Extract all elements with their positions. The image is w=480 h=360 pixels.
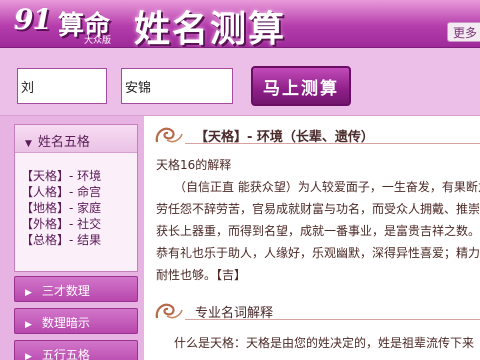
interpretation-line: 获长上器重，而得到名望，成就一番事业，是富贵吉祥之数。 (156, 224, 480, 238)
swirl-ornament-icon (155, 127, 183, 143)
site-logo[interactable]: 91 算命 大众版 (14, 1, 130, 46)
sidebar-item-sancai[interactable]: ▶ 三才数理 (14, 276, 138, 302)
interpretation-line: 耐性也够。【吉】 (156, 268, 247, 282)
wuge-item-tiange[interactable]: 【天格】- 环境 (21, 168, 137, 184)
main-content: 【天格】- 环境（长辈、遗传） 天格16的解释 （自信正直 能获众望）为人较爱面… (144, 116, 480, 360)
sidebar-item-label: 数理暗示 (41, 316, 90, 330)
term-explanation-line: 什么是天格：天格是由您的姓决定的，姓是祖辈流传下来 (174, 336, 475, 350)
section-divider (185, 143, 480, 144)
site-header: 91 算命 大众版 姓名测算 更多 (0, 0, 480, 50)
wuge-item-zongge[interactable]: 【总格】- 结果 (21, 232, 137, 248)
interpretation-line: 恭有礼也乐于助人，人缘好，乐观幽默，深得异性喜爱；精力 (156, 246, 480, 260)
triangle-right-icon: ▶ (25, 320, 32, 330)
section-header-tiange: 【天格】- 环境（长辈、遗传） (153, 120, 480, 148)
triangle-down-icon: ▼ (25, 139, 32, 149)
interpretation-line: 劳任怨不辞劳苦，官易成就财富与功名，而受众人拥戴、推崇 (156, 202, 480, 216)
interpretation-heading: 天格16的解释 (156, 158, 232, 172)
wuge-list: 【天格】- 环境 【人格】- 命宫 【地格】- 家庭 【外格】- 社交 【总格】… (15, 153, 137, 248)
wuge-item-waige[interactable]: 【外格】- 社交 (21, 216, 137, 232)
given-name-input[interactable] (121, 68, 233, 104)
surname-input[interactable] (17, 68, 107, 104)
logo-number: 91 (14, 3, 52, 36)
more-button[interactable]: 更多 (447, 22, 480, 42)
wuge-panel: ▼ 姓名五格 【天格】- 环境 【人格】- 命宫 【地格】- 家庭 【外格】- 社… (14, 124, 138, 272)
interpretation-line: （自信正直 能获众望）为人较爱面子，一生奋发，有果断力 (174, 180, 480, 194)
section-divider (185, 319, 480, 320)
sidebar-item-wuxing[interactable]: ▶ 五行五格 (14, 340, 138, 360)
sidebar-item-label: 五行五格 (41, 348, 90, 360)
wuge-item-dige[interactable]: 【地格】- 家庭 (21, 200, 137, 216)
logo-subtitle: 大众版 (84, 36, 112, 46)
wuge-panel-title: 姓名五格 (37, 135, 90, 150)
sidebar-item-label: 三才数理 (41, 284, 90, 298)
calculate-button[interactable]: 马上测算 (251, 66, 351, 106)
triangle-right-icon: ▶ (25, 352, 32, 360)
wuge-panel-header[interactable]: ▼ 姓名五格 (15, 125, 137, 153)
sidebar-item-shuli[interactable]: ▶ 数理暗示 (14, 308, 138, 334)
triangle-right-icon: ▶ (25, 288, 32, 298)
sidebar: ▼ 姓名五格 【天格】- 环境 【人格】- 命宫 【地格】- 家庭 【外格】- 社… (0, 116, 144, 360)
page-title: 姓名测算 (134, 8, 287, 50)
section-header-terms: 专业名词解释 (153, 296, 480, 324)
swirl-ornament-icon (155, 303, 183, 319)
name-search-bar: 马上测算 (0, 48, 480, 116)
wuge-item-renge[interactable]: 【人格】- 命宫 (21, 184, 137, 200)
